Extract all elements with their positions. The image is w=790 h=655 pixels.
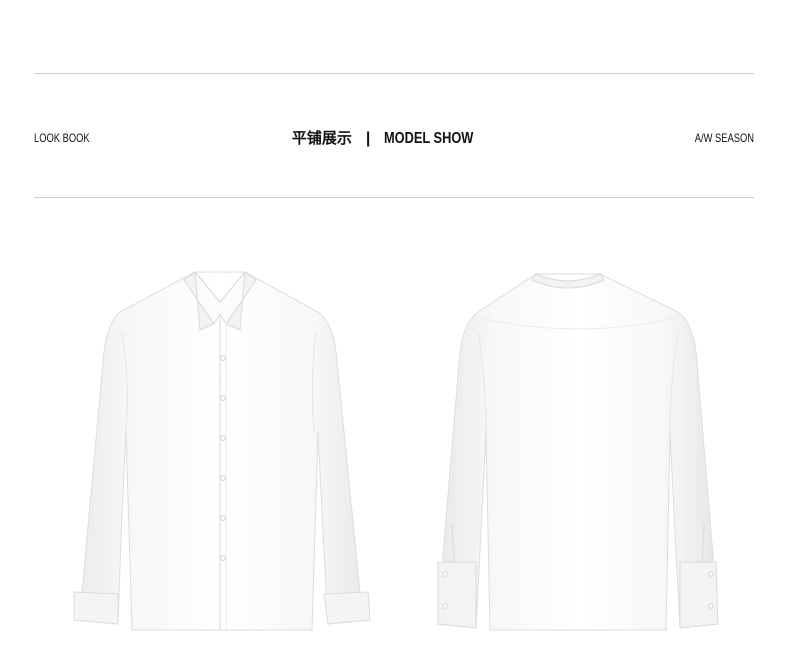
top-divider [34,73,754,74]
title-chinese: 平铺展示 [291,129,352,147]
title-separator: | [365,130,371,147]
bottom-divider [34,197,754,198]
season-label: A/W SEASON [694,131,754,145]
shirt-front-image [73,271,371,631]
section-header: LOOK BOOK 平铺展示 | MODEL SHOW A/W SEASON [34,124,754,152]
look-book-label: LOOK BOOK [34,131,90,145]
section-title: 平铺展示 | MODEL SHOW [34,124,754,153]
shirt-back-image [437,273,719,631]
title-english: MODEL SHOW [384,130,474,147]
